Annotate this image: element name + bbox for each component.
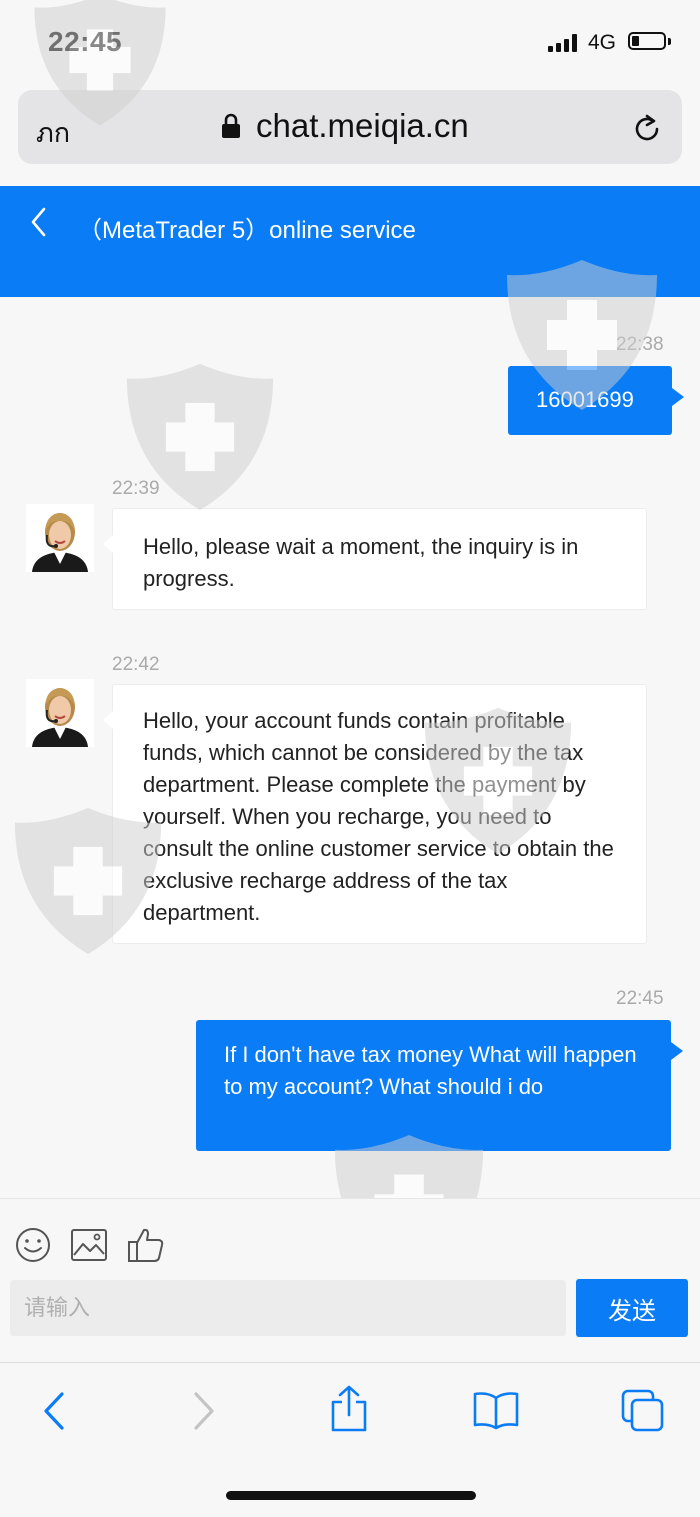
battery-tip: [668, 38, 671, 45]
agent-avatar: [26, 679, 94, 747]
message-bubble-user: If I don't have tax money What will happ…: [196, 1020, 683, 1151]
home-indicator: [226, 1491, 476, 1500]
url-text[interactable]: chat.meiqia.cn: [256, 107, 469, 145]
back-icon[interactable]: [40, 1390, 68, 1432]
message-timestamp: 22:42: [112, 654, 160, 675]
reload-icon[interactable]: [630, 112, 664, 146]
message-timestamp: 22:38: [616, 334, 664, 355]
status-time: 22:45: [48, 26, 123, 57]
tabs-icon[interactable]: [620, 1388, 666, 1434]
emoji-icon[interactable]: [14, 1226, 52, 1264]
share-icon[interactable]: [328, 1384, 370, 1434]
lock-icon: [222, 113, 240, 138]
message-input[interactable]: [10, 1280, 566, 1336]
network-type: 4G: [588, 31, 617, 54]
message-text: 16001699: [536, 387, 634, 412]
message-text: If I don't have tax money What will happ…: [224, 1042, 637, 1099]
message-bubble-agent: Hello, please wait a moment, the inquiry…: [103, 508, 647, 610]
message-bubble-user: 16001699: [508, 366, 684, 435]
text-size-button[interactable]: ภก: [36, 111, 70, 154]
battery-icon: [628, 32, 666, 50]
chat-title: （MetaTrader 5）online service: [78, 217, 416, 244]
message-bubble-agent: Hello, your account funds contain profit…: [103, 684, 647, 944]
forward-icon[interactable]: [190, 1390, 218, 1432]
signal-icon: [548, 34, 578, 52]
message-timestamp: 22:39: [112, 478, 160, 499]
message-text: Hello, please wait a moment, the inquiry…: [143, 534, 579, 591]
bookmarks-icon[interactable]: [472, 1390, 520, 1430]
thumbs-up-icon[interactable]: [126, 1226, 166, 1264]
message-text: Hello, your account funds contain profit…: [143, 708, 614, 925]
chevron-left-icon[interactable]: [28, 206, 50, 238]
message-timestamp: 22:45: [616, 988, 664, 1009]
send-button[interactable]: 发送: [576, 1279, 688, 1337]
agent-avatar: [26, 504, 94, 572]
image-icon[interactable]: [70, 1228, 108, 1262]
